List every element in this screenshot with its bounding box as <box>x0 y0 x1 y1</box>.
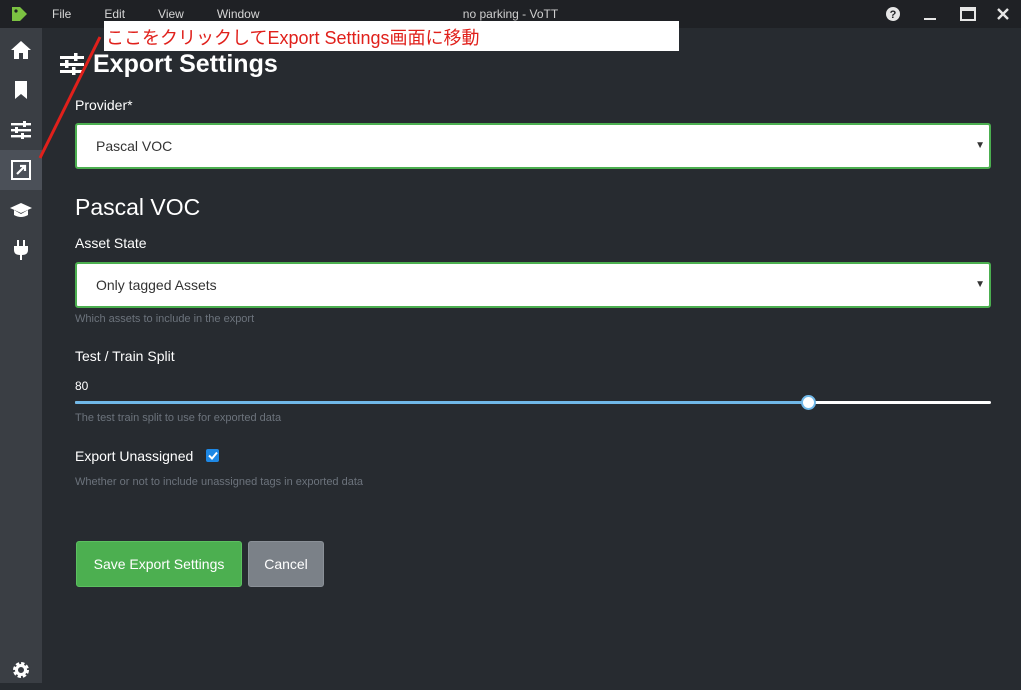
page-title: Export Settings <box>93 49 278 78</box>
save-export-settings-button[interactable]: Save Export Settings <box>76 541 242 587</box>
export-unassigned-checkbox[interactable] <box>206 449 219 462</box>
provider-section-title: Pascal VOC <box>75 194 201 220</box>
minimize-button[interactable] <box>912 0 948 28</box>
sliders-icon <box>60 53 84 75</box>
graduation-cap-icon <box>10 203 32 217</box>
provider-select-value: Pascal VOC <box>96 138 173 154</box>
export-unassigned-label: Export Unassigned <box>75 448 194 464</box>
caret-down-icon: ▼ <box>975 279 985 290</box>
sidebar-item-bookmark[interactable] <box>0 70 42 110</box>
menu-file[interactable]: File <box>52 0 71 28</box>
sliders-icon <box>11 121 31 139</box>
sidebar-item-connections[interactable] <box>0 230 42 270</box>
bookmark-icon <box>15 81 27 99</box>
sidebar-item-export[interactable] <box>0 150 42 190</box>
caret-down-icon: ▼ <box>975 140 985 151</box>
help-button[interactable]: ? <box>875 0 911 28</box>
sidebar-item-home[interactable] <box>0 30 42 70</box>
split-value: 80 <box>75 379 89 393</box>
export-unassigned-help: Whether or not to include unassigned tag… <box>75 476 364 488</box>
provider-select[interactable]: Pascal VOC ▼ <box>75 123 991 169</box>
asset-state-help: Which assets to include in the export <box>75 313 255 325</box>
plug-icon <box>14 240 28 260</box>
cancel-button[interactable]: Cancel <box>248 541 324 587</box>
asset-state-select[interactable]: Only tagged Assets ▼ <box>75 262 991 308</box>
split-slider-fill <box>75 401 808 404</box>
close-button[interactable] <box>985 0 1021 28</box>
vott-logo-icon <box>10 5 30 23</box>
home-icon <box>11 41 31 59</box>
sidebar-item-train[interactable] <box>0 190 42 230</box>
sidebar-item-settings[interactable] <box>0 110 42 150</box>
provider-label: Provider* <box>75 97 133 113</box>
annotation-text: ここをクリックしてExport Settings画面に移動 <box>106 28 480 48</box>
sidebar <box>0 28 42 683</box>
annotation-callout: ここをクリックしてExport Settings画面に移動 <box>104 21 679 51</box>
maximize-button[interactable] <box>950 0 986 28</box>
page-header: Export Settings <box>59 48 278 80</box>
help-icon: ? <box>886 7 900 21</box>
export-icon <box>11 160 31 180</box>
maximize-icon <box>960 7 976 21</box>
gear-icon <box>13 662 29 678</box>
split-help: The test train split to use for exported… <box>75 412 282 424</box>
split-slider-thumb[interactable] <box>800 395 816 410</box>
export-settings-page: Export Settings Provider* Pascal VOC ▼ P… <box>43 28 1021 683</box>
asset-state-select-value: Only tagged Assets <box>96 277 217 293</box>
checkmark-icon <box>207 451 218 460</box>
minimize-icon <box>924 18 936 20</box>
close-icon <box>997 8 1009 20</box>
sidebar-item-app-settings[interactable] <box>0 650 42 690</box>
split-label: Test / Train Split <box>75 348 175 364</box>
asset-state-label: Asset State <box>75 235 147 251</box>
svg-text:?: ? <box>890 9 897 21</box>
split-slider[interactable] <box>75 395 991 410</box>
